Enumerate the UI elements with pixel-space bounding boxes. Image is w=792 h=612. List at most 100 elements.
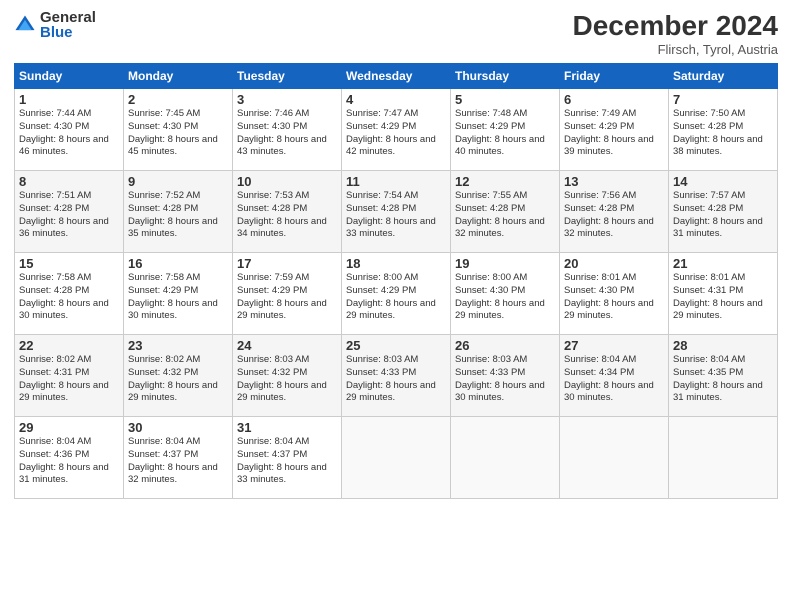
day-info: Sunrise: 7:55 AMSunset: 4:28 PMDaylight:…	[455, 190, 555, 241]
calendar-cell	[560, 417, 669, 499]
title-block: December 2024 Flirsch, Tyrol, Austria	[573, 10, 778, 57]
day-number: 3	[237, 92, 337, 107]
calendar-cell: 17Sunrise: 7:59 AMSunset: 4:29 PMDayligh…	[233, 253, 342, 335]
calendar-cell: 14Sunrise: 7:57 AMSunset: 4:28 PMDayligh…	[669, 171, 778, 253]
day-info: Sunrise: 8:04 AMSunset: 4:36 PMDaylight:…	[19, 436, 119, 487]
calendar-cell: 21Sunrise: 8:01 AMSunset: 4:31 PMDayligh…	[669, 253, 778, 335]
day-info: Sunrise: 8:04 AMSunset: 4:35 PMDaylight:…	[673, 354, 773, 405]
day-header: Wednesday	[342, 64, 451, 89]
day-header: Sunday	[15, 64, 124, 89]
day-info: Sunrise: 7:57 AMSunset: 4:28 PMDaylight:…	[673, 190, 773, 241]
calendar-cell: 18Sunrise: 8:00 AMSunset: 4:29 PMDayligh…	[342, 253, 451, 335]
calendar-cell: 30Sunrise: 8:04 AMSunset: 4:37 PMDayligh…	[124, 417, 233, 499]
day-info: Sunrise: 8:02 AMSunset: 4:32 PMDaylight:…	[128, 354, 228, 405]
calendar-week-row: 22Sunrise: 8:02 AMSunset: 4:31 PMDayligh…	[15, 335, 778, 417]
day-info: Sunrise: 7:53 AMSunset: 4:28 PMDaylight:…	[237, 190, 337, 241]
calendar-week-row: 15Sunrise: 7:58 AMSunset: 4:28 PMDayligh…	[15, 253, 778, 335]
calendar-cell: 12Sunrise: 7:55 AMSunset: 4:28 PMDayligh…	[451, 171, 560, 253]
day-info: Sunrise: 8:02 AMSunset: 4:31 PMDaylight:…	[19, 354, 119, 405]
calendar-cell: 8Sunrise: 7:51 AMSunset: 4:28 PMDaylight…	[15, 171, 124, 253]
day-info: Sunrise: 7:44 AMSunset: 4:30 PMDaylight:…	[19, 108, 119, 159]
calendar-header: SundayMondayTuesdayWednesdayThursdayFrid…	[15, 64, 778, 89]
day-info: Sunrise: 7:58 AMSunset: 4:29 PMDaylight:…	[128, 272, 228, 323]
calendar-cell: 7Sunrise: 7:50 AMSunset: 4:28 PMDaylight…	[669, 89, 778, 171]
day-number: 1	[19, 92, 119, 107]
day-info: Sunrise: 8:01 AMSunset: 4:31 PMDaylight:…	[673, 272, 773, 323]
day-header: Monday	[124, 64, 233, 89]
day-number: 24	[237, 338, 337, 353]
day-header: Tuesday	[233, 64, 342, 89]
page: General Blue December 2024 Flirsch, Tyro…	[0, 0, 792, 612]
day-number: 22	[19, 338, 119, 353]
day-info: Sunrise: 7:58 AMSunset: 4:28 PMDaylight:…	[19, 272, 119, 323]
calendar-cell: 24Sunrise: 8:03 AMSunset: 4:32 PMDayligh…	[233, 335, 342, 417]
day-info: Sunrise: 7:52 AMSunset: 4:28 PMDaylight:…	[128, 190, 228, 241]
calendar-body: 1Sunrise: 7:44 AMSunset: 4:30 PMDaylight…	[15, 89, 778, 499]
day-info: Sunrise: 8:04 AMSunset: 4:34 PMDaylight:…	[564, 354, 664, 405]
day-info: Sunrise: 7:48 AMSunset: 4:29 PMDaylight:…	[455, 108, 555, 159]
day-number: 29	[19, 420, 119, 435]
day-info: Sunrise: 7:59 AMSunset: 4:29 PMDaylight:…	[237, 272, 337, 323]
calendar-cell	[342, 417, 451, 499]
day-number: 28	[673, 338, 773, 353]
day-number: 2	[128, 92, 228, 107]
day-info: Sunrise: 7:46 AMSunset: 4:30 PMDaylight:…	[237, 108, 337, 159]
logo-general: General	[40, 10, 96, 25]
day-number: 6	[564, 92, 664, 107]
calendar: SundayMondayTuesdayWednesdayThursdayFrid…	[14, 63, 778, 499]
calendar-cell: 27Sunrise: 8:04 AMSunset: 4:34 PMDayligh…	[560, 335, 669, 417]
day-number: 17	[237, 256, 337, 271]
calendar-cell: 26Sunrise: 8:03 AMSunset: 4:33 PMDayligh…	[451, 335, 560, 417]
calendar-cell: 5Sunrise: 7:48 AMSunset: 4:29 PMDaylight…	[451, 89, 560, 171]
day-info: Sunrise: 7:45 AMSunset: 4:30 PMDaylight:…	[128, 108, 228, 159]
day-info: Sunrise: 8:03 AMSunset: 4:33 PMDaylight:…	[346, 354, 446, 405]
calendar-cell: 6Sunrise: 7:49 AMSunset: 4:29 PMDaylight…	[560, 89, 669, 171]
calendar-cell: 20Sunrise: 8:01 AMSunset: 4:30 PMDayligh…	[560, 253, 669, 335]
day-number: 14	[673, 174, 773, 189]
logo-text: General Blue	[40, 10, 96, 40]
calendar-week-row: 29Sunrise: 8:04 AMSunset: 4:36 PMDayligh…	[15, 417, 778, 499]
calendar-cell: 4Sunrise: 7:47 AMSunset: 4:29 PMDaylight…	[342, 89, 451, 171]
day-number: 11	[346, 174, 446, 189]
month-title: December 2024	[573, 10, 778, 42]
day-info: Sunrise: 8:01 AMSunset: 4:30 PMDaylight:…	[564, 272, 664, 323]
day-info: Sunrise: 7:50 AMSunset: 4:28 PMDaylight:…	[673, 108, 773, 159]
header-row: SundayMondayTuesdayWednesdayThursdayFrid…	[15, 64, 778, 89]
day-number: 16	[128, 256, 228, 271]
day-number: 4	[346, 92, 446, 107]
day-info: Sunrise: 8:03 AMSunset: 4:32 PMDaylight:…	[237, 354, 337, 405]
day-info: Sunrise: 8:04 AMSunset: 4:37 PMDaylight:…	[128, 436, 228, 487]
calendar-cell: 19Sunrise: 8:00 AMSunset: 4:30 PMDayligh…	[451, 253, 560, 335]
day-number: 13	[564, 174, 664, 189]
day-number: 15	[19, 256, 119, 271]
day-number: 8	[19, 174, 119, 189]
day-header: Saturday	[669, 64, 778, 89]
calendar-week-row: 8Sunrise: 7:51 AMSunset: 4:28 PMDaylight…	[15, 171, 778, 253]
day-number: 26	[455, 338, 555, 353]
day-number: 20	[564, 256, 664, 271]
day-number: 12	[455, 174, 555, 189]
day-number: 31	[237, 420, 337, 435]
day-number: 30	[128, 420, 228, 435]
calendar-cell: 3Sunrise: 7:46 AMSunset: 4:30 PMDaylight…	[233, 89, 342, 171]
day-header: Thursday	[451, 64, 560, 89]
calendar-cell: 15Sunrise: 7:58 AMSunset: 4:28 PMDayligh…	[15, 253, 124, 335]
day-number: 27	[564, 338, 664, 353]
calendar-cell: 28Sunrise: 8:04 AMSunset: 4:35 PMDayligh…	[669, 335, 778, 417]
day-info: Sunrise: 7:51 AMSunset: 4:28 PMDaylight:…	[19, 190, 119, 241]
calendar-cell: 25Sunrise: 8:03 AMSunset: 4:33 PMDayligh…	[342, 335, 451, 417]
day-info: Sunrise: 7:47 AMSunset: 4:29 PMDaylight:…	[346, 108, 446, 159]
calendar-cell: 22Sunrise: 8:02 AMSunset: 4:31 PMDayligh…	[15, 335, 124, 417]
day-number: 7	[673, 92, 773, 107]
calendar-cell	[669, 417, 778, 499]
day-info: Sunrise: 8:00 AMSunset: 4:30 PMDaylight:…	[455, 272, 555, 323]
location: Flirsch, Tyrol, Austria	[573, 42, 778, 57]
calendar-cell: 9Sunrise: 7:52 AMSunset: 4:28 PMDaylight…	[124, 171, 233, 253]
calendar-cell	[451, 417, 560, 499]
day-info: Sunrise: 7:56 AMSunset: 4:28 PMDaylight:…	[564, 190, 664, 241]
calendar-cell: 29Sunrise: 8:04 AMSunset: 4:36 PMDayligh…	[15, 417, 124, 499]
day-number: 23	[128, 338, 228, 353]
day-number: 25	[346, 338, 446, 353]
logo-icon	[14, 14, 36, 36]
calendar-cell: 2Sunrise: 7:45 AMSunset: 4:30 PMDaylight…	[124, 89, 233, 171]
